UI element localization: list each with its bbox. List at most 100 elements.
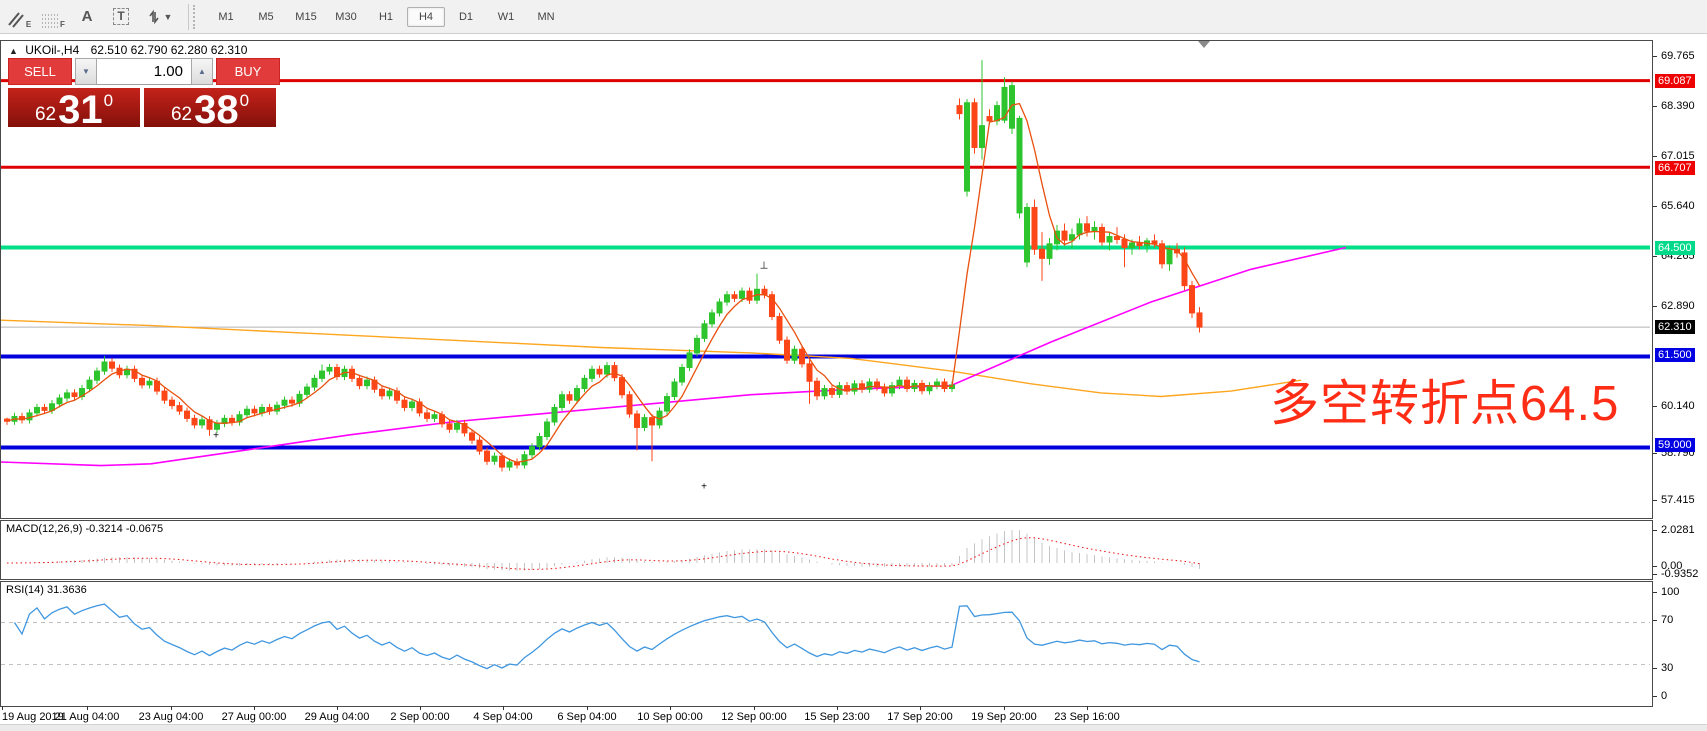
text-box-icon[interactable]: T [106,5,136,29]
timeframe-button-d1[interactable]: D1 [447,7,485,27]
ohlc-values: 62.510 62.790 62.280 62.310 [91,43,248,57]
price-badge: 69.087 [1655,74,1695,88]
timeframe-button-group: M1M5M15M30H1H4D1W1MN [206,7,566,27]
sell-price-prefix: 62 [35,105,56,124]
axis-tick [1653,668,1657,669]
toolbar: E F A T ▼ M1M5M15M30H1H4D1W1MN [0,0,1707,34]
macd-label: MACD(12,26,9) -0.3214 -0.0675 [6,523,163,535]
buy-price-prefix: 62 [171,105,192,124]
indicator-tick-label: -0.9352 [1661,568,1698,580]
price-axis[interactable]: 69.76568.39067.01565.64064.26562.89060.1… [1653,40,1707,722]
axis-tick [1653,453,1657,454]
axis-tick [1653,574,1657,575]
timeframe-button-w1[interactable]: W1 [487,7,525,27]
rsi-line [15,604,1200,669]
time-tick-label: 29 Aug 04:00 [305,711,370,723]
volume-increase-button[interactable]: ▲ [191,58,213,85]
price-badge: 66.707 [1655,161,1695,175]
chart-annotation-text: 多空转折点64.5 [1270,364,1619,435]
chevron-down-icon: ▼ [164,12,173,22]
time-tick-label: 2 Sep 00:00 [390,711,449,723]
text-style-icon[interactable]: A [72,5,102,29]
indicator-tick-label: 0 [1661,690,1667,702]
timeframe-button-m5[interactable]: M5 [247,7,285,27]
price-tick-label: 60.140 [1661,400,1695,412]
time-tick-label: 23 Sep 16:00 [1054,711,1119,723]
sell-price-sup: 0 [104,92,113,109]
axis-tick [1653,406,1657,407]
macd-signal-line [7,538,1200,570]
timeframe-button-m30[interactable]: M30 [327,7,365,27]
timeframe-button-h4[interactable]: H4 [407,7,445,27]
time-tick-label: 17 Sep 20:00 [887,711,952,723]
time-tick [503,706,504,710]
time-tick [837,706,838,710]
time-tick [171,706,172,710]
timeframe-button-m1[interactable]: M1 [207,7,245,27]
axis-tick [1653,56,1657,57]
rsi-chart [1,582,1650,704]
one-click-trading-widget: SELL ▼ ▲ BUY 62 31 0 62 38 0 [8,58,280,127]
sort-arrows-icon[interactable]: ▼ [140,5,178,29]
trading-terminal-window: E F A T ▼ M1M5M15M30H1H4D1W1MN ++⊥ [0,0,1707,731]
price-badge: 61.500 [1655,348,1695,362]
volume-decrease-button[interactable]: ▼ [75,58,97,85]
toolbar-grip[interactable] [193,5,198,29]
indicator-tick-label: 2.0281 [1661,524,1695,536]
indicator-tick-label: 30 [1661,662,1673,674]
time-tick-label: 19 Sep 20:00 [971,711,1036,723]
axis-tick [1653,206,1657,207]
price-tick-label: 69.765 [1661,50,1695,62]
time-tick [1004,706,1005,710]
buy-price-panel[interactable]: 62 38 0 [144,88,276,127]
time-tick-label: 10 Sep 00:00 [637,711,702,723]
price-tick-label: 57.415 [1661,494,1695,506]
rsi-panel[interactable]: RSI(14) 31.3636 [0,581,1653,707]
toolbar-separator [188,4,189,30]
price-badge: 59.000 [1655,438,1695,452]
axis-tick [1653,696,1657,697]
time-tick-label: 6 Sep 04:00 [557,711,616,723]
rsi-label: RSI(14) 31.3636 [6,584,87,596]
axis-tick [1653,500,1657,501]
price-tick-label: 68.390 [1661,100,1695,112]
draw-lines-icon[interactable]: E [4,5,34,29]
time-tick-label: 15 Sep 23:00 [804,711,869,723]
window-bottom-strip [0,724,1707,731]
volume-input[interactable] [97,58,191,85]
indicator-tick-label: 70 [1661,614,1673,626]
axis-tick [1653,306,1657,307]
chart-marker: ⊥ [760,261,769,272]
axis-tick [1653,106,1657,107]
time-tick-label: 4 Sep 04:00 [473,711,532,723]
time-tick [1087,706,1088,710]
timeframe-button-m15[interactable]: M15 [287,7,325,27]
time-tick [87,706,88,710]
time-tick-label: 23 Aug 04:00 [139,711,204,723]
macd-panel[interactable]: MACD(12,26,9) -0.3214 -0.0675 [0,520,1653,580]
time-tick-label: 27 Aug 00:00 [222,711,287,723]
sell-price-big: 31 [58,94,103,127]
price-tick-label: 62.890 [1661,300,1695,312]
price-badge: 62.310 [1655,320,1695,334]
chart-shift-marker-icon[interactable] [1198,41,1210,48]
time-axis[interactable]: 19 Aug 201921 Aug 04:0023 Aug 04:0027 Au… [0,706,1652,724]
sell-price-panel[interactable]: 62 31 0 [8,88,140,127]
price-tick-label: 65.640 [1661,200,1695,212]
grid-pattern-icon[interactable]: F [38,5,68,29]
timeframe-button-mn[interactable]: MN [527,7,565,27]
time-tick [670,706,671,710]
chart-marker: + [213,430,219,441]
price-badge: 64.500 [1655,241,1695,255]
time-tick-label: 21 Aug 04:00 [55,711,120,723]
time-tick [337,706,338,710]
axis-tick [1653,256,1657,257]
indicator-tick-label: 100 [1661,586,1679,598]
timeframe-button-h1[interactable]: H1 [367,7,405,27]
buy-price-big: 38 [194,94,239,127]
collapse-trade-panel-icon[interactable]: ▲ [9,46,18,56]
sell-button[interactable]: SELL [8,58,72,85]
axis-tick [1653,592,1657,593]
time-tick [420,706,421,710]
buy-button[interactable]: BUY [216,58,280,85]
